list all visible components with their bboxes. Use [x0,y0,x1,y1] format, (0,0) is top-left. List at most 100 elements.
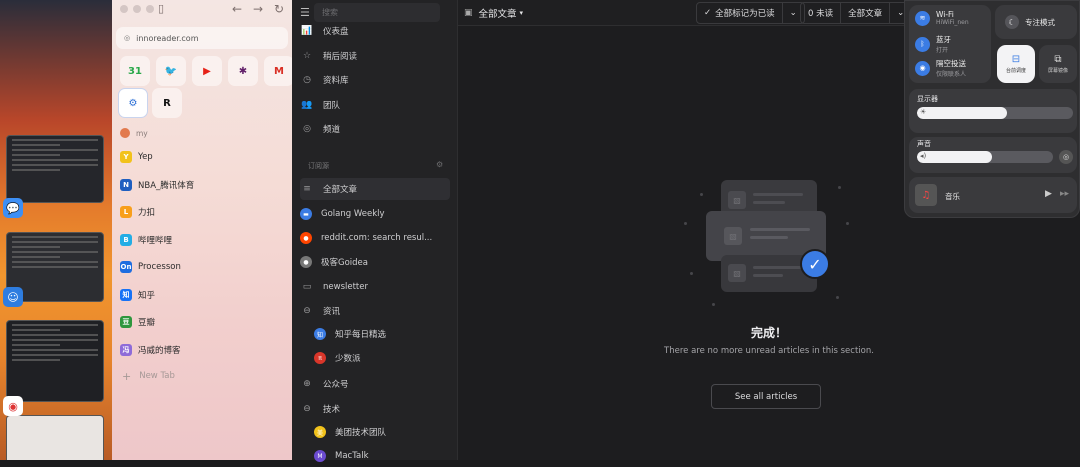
sidebar-item[interactable]: ◎ 频道 [300,118,450,140]
airdrop-toggle[interactable]: ◉ 隔空投送 仅限联系人 [915,58,966,78]
window-thumbnail-1[interactable] [6,135,104,203]
nav-label: 频道 [323,125,341,135]
wifi-icon: ≋ [915,10,930,26]
feed-item[interactable]: 美美团技术团队 [314,421,450,443]
unread-count[interactable]: 0 未读 [801,3,840,23]
feed-item[interactable]: ▭ newsletter [300,276,450,298]
music-label: 音乐 [945,192,960,201]
nav-icon: ☆ [302,50,312,61]
bluetooth-toggle[interactable]: ᛒ 蓝牙 打开 [915,34,951,54]
sidebar-item[interactable]: ◷ 资料库 [300,69,450,91]
finder-icon[interactable]: ☺ [3,287,23,307]
window-thumbnail-3[interactable] [6,320,104,402]
feed-item[interactable]: ● 极客Goidea [300,251,450,273]
browser-tab[interactable]: 豆豆瓣 [112,311,292,333]
wifi-toggle[interactable]: ≋ Wi-Fi HiWiFi_nen [915,10,969,26]
feed-favicon-icon: ▬ [300,208,312,220]
feed-item[interactable]: ≡ 全部文章 [300,178,450,200]
back-icon[interactable]: ← [232,2,242,16]
image-placeholder-icon: ▧ [728,264,746,282]
image-placeholder-icon: ▧ [724,227,742,245]
favorite-slack[interactable]: ✱ [228,56,258,86]
tab-favicon-icon: On [120,261,132,273]
feed-item[interactable]: ⊖ 资讯 [300,300,450,322]
messages-icon[interactable]: 💬 [3,198,23,218]
text-line [750,236,788,239]
feed-item[interactable]: π 少数派 [314,347,450,369]
feed-favicon-icon: ● [300,232,312,244]
decor-dot [836,296,839,299]
zoom-dot[interactable] [146,5,154,13]
decor-dot [712,303,715,306]
favorite-inoreader[interactable]: ⚙ [118,88,148,118]
speaker-icon: ◂) [920,152,927,160]
feed-item[interactable]: ● reddit.com: search resul... [300,227,450,249]
decor-dot [684,222,687,225]
play-icon[interactable]: ▶ [1045,189,1052,199]
airplay-icon[interactable]: ◎ [1059,150,1073,164]
sidebar-item[interactable]: ☆ 稍后阅读 [300,45,450,67]
feed-item[interactable]: ⊖ 技术 [300,398,450,420]
feed-item[interactable]: ▬ Golang Weekly [300,203,450,225]
feed-label: 极客Goidea [321,258,368,268]
feed-icon: ▭ [302,282,312,292]
feed-label: 资讯 [323,307,341,317]
favorite-calendar[interactable]: 31 [120,56,150,86]
text-line [753,201,785,204]
sound-label: 声音 [917,140,931,148]
browser-tab[interactable]: On Processon [112,256,292,278]
feed-label: 公众号 [323,380,349,390]
volume-slider[interactable]: ◂) [917,151,1053,163]
nav-icon: 👥 [301,99,313,110]
reload-icon[interactable]: ↻ [274,2,284,16]
brightness-slider[interactable]: ☀ [917,107,1073,119]
browser-tab[interactable]: Y Yep [112,146,292,168]
favorite-notion[interactable]: R [152,88,182,118]
focus-tile[interactable]: ☾ 专注模式 [995,5,1077,39]
minimize-dot[interactable] [133,5,141,13]
feed-item[interactable]: 知知乎每日精选 [314,323,450,345]
chevron-down-icon: ⌄ [789,8,797,18]
browser-tab[interactable]: 知知乎 [112,284,292,306]
feed-item[interactable]: ⊕ 公众号 [300,373,450,395]
close-dot[interactable] [120,5,128,13]
subscriptions-label: 订阅源 [308,162,329,170]
url-bar[interactable]: ◎ innoreader.com [116,27,288,49]
nav-label: 稍后阅读 [323,51,358,62]
tab-group-my[interactable]: my [120,128,148,138]
browser-tab[interactable]: N NBA_腾讯体育 [112,174,292,196]
window-thumbnail-4[interactable] [6,415,104,460]
new-tab-button[interactable]: + New Tab [112,365,292,387]
favorite-twitter[interactable]: 🐦 [156,56,186,86]
menu-icon[interactable]: ☰ [300,6,310,19]
gmail-icon: M [274,65,284,77]
feed-title-dropdown[interactable]: ▣ 全部文章 ▾ [464,6,523,20]
tab-label: 哔哩哔哩 [138,235,173,246]
sidebar-item[interactable]: 👥 团队 [300,94,450,116]
sidebar-item[interactable]: 📊 仪表盘 [300,20,450,42]
settings-gear-icon[interactable]: ⚙ [436,160,443,169]
view-filter-button[interactable]: 全部文章 [840,3,889,23]
sidebar-icon[interactable]: ▯ [158,2,164,15]
stage-manager-tile[interactable]: ⊟ 台前调度 [997,45,1035,83]
next-track-icon[interactable]: ▸▸ [1060,189,1069,199]
favorite-youtube[interactable]: ▶ [192,56,222,86]
decor-dot [700,193,703,196]
tab-label: Processon [138,262,181,272]
see-all-articles-button[interactable]: See all articles [711,384,821,409]
tab-favicon-icon: Y [120,151,132,163]
nav-icon: 📊 [301,26,313,36]
favorite-gmail[interactable]: M [264,56,294,86]
chrome-icon[interactable]: ◉ [3,396,23,416]
browser-tab[interactable]: B 哔哩哔哩 [112,229,292,251]
calendar-icon: 31 [128,65,142,77]
text-line [753,274,783,277]
screen-mirror-tile[interactable]: ⧉ 屏幕镜像 [1039,45,1077,83]
mark-all-read-button[interactable]: ✓ 全部标记为已读 [697,3,782,23]
browser-tab[interactable]: L 力扣 [112,201,292,223]
display-label: 显示器 [917,95,938,103]
feed-item[interactable]: M MacTalk [314,445,450,467]
browser-tab[interactable]: 冯冯威的博客 [112,339,292,361]
reader-sidebar: ☰ 搜索 📊 仪表盘 ☆ 稍后阅读 ◷ 资料库 👥 团队 ◎ 频道 订阅源 ⚙ ≡ 全部文章 ▬ Gol… [292,0,458,462]
forward-icon[interactable]: → [253,2,263,16]
